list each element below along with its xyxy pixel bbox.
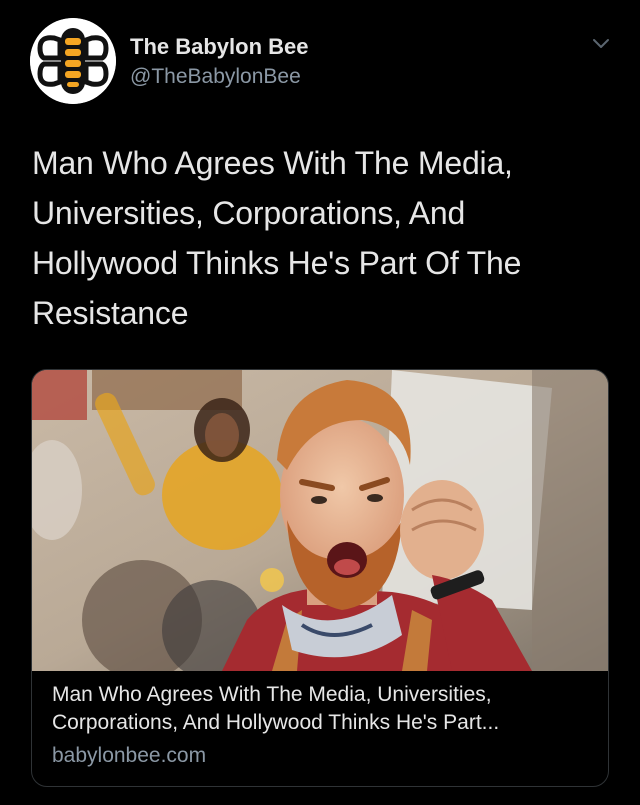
card-domain[interactable]: babylonbee.com xyxy=(52,743,206,769)
link-card[interactable]: Man Who Agrees With The Media, Universit… xyxy=(31,369,609,787)
display-name[interactable]: The Babylon Bee xyxy=(130,34,308,60)
tweet-text: Man Who Agrees With The Media, Universit… xyxy=(32,145,522,331)
user-handle[interactable]: @TheBabylonBee xyxy=(130,64,308,90)
babylon-bee-logo-icon xyxy=(30,18,116,104)
avatar[interactable] xyxy=(30,18,116,104)
chevron-down-icon[interactable] xyxy=(590,36,612,52)
article-image[interactable] xyxy=(32,370,608,671)
tweet[interactable]: The Babylon Bee @TheBabylonBee Man Who A… xyxy=(0,0,640,805)
card-title[interactable]: Man Who Agrees With The Media, Universit… xyxy=(52,681,597,737)
author-info[interactable]: The Babylon Bee @TheBabylonBee xyxy=(130,34,308,90)
